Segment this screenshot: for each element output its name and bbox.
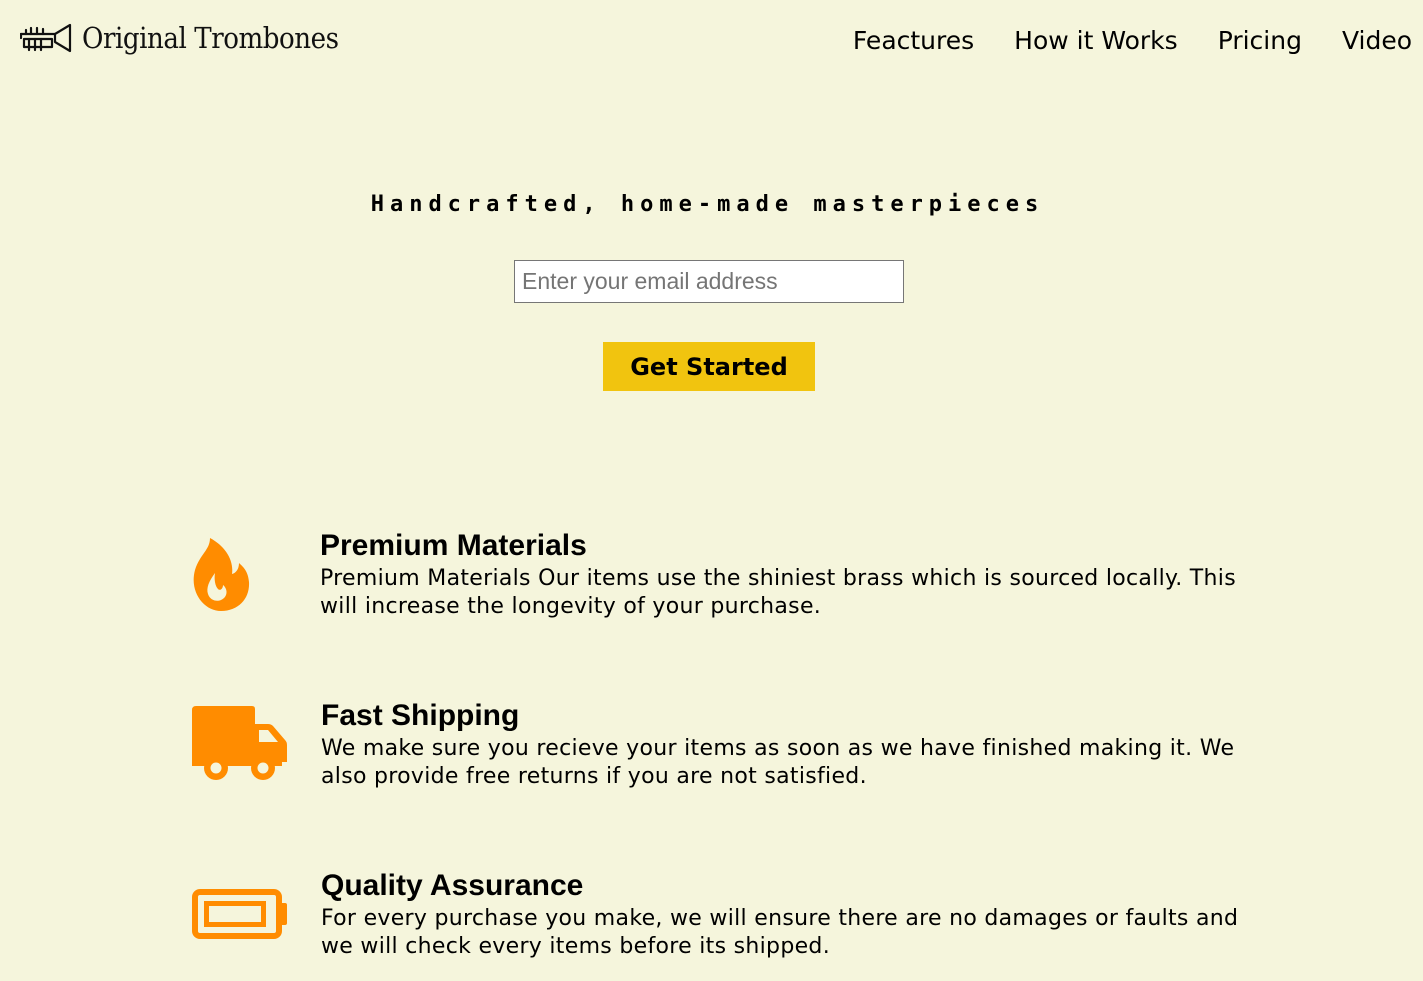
trumpet-icon xyxy=(20,23,72,53)
feature-description: We make sure you recieve your items as s… xyxy=(321,736,1235,789)
email-input[interactable] xyxy=(514,260,904,303)
brand-name: Original Trombones xyxy=(82,21,339,55)
feature-title: Fast Shipping xyxy=(321,699,520,732)
main-nav: Feactures How it Works Pricing Video xyxy=(813,24,1423,56)
brand-logo[interactable]: Original Trombones xyxy=(20,18,367,58)
hero-tagline: Handcrafted, home-made masterpieces xyxy=(370,192,1045,217)
nav-link-pricing[interactable]: Pricing xyxy=(1218,26,1302,55)
feature-title: Quality Assurance xyxy=(321,869,584,902)
feature-title: Premium Materials xyxy=(320,529,587,562)
nav-link-features[interactable]: Feactures xyxy=(853,26,974,55)
get-started-button[interactable]: Get Started xyxy=(603,342,815,391)
nav-link-video[interactable]: Video xyxy=(1342,26,1412,55)
landing-page: Original Trombones Feactures How it Work… xyxy=(0,0,1423,981)
feature-description: For every purchase you make, we will ens… xyxy=(321,906,1239,959)
nav-link-how-it-works[interactable]: How it Works xyxy=(1014,26,1178,55)
feature-description: Premium Materials Our items use the shin… xyxy=(320,566,1236,619)
